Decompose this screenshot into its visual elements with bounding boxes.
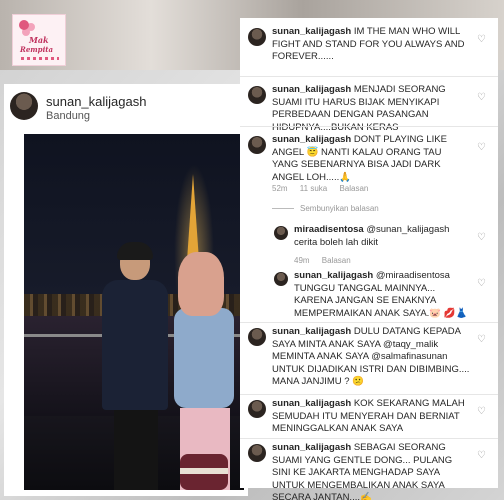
avatar[interactable] <box>248 444 266 462</box>
comment-username[interactable]: sunan_kalijagash <box>272 442 351 453</box>
comment-meta: 49m Balasan <box>294 256 361 265</box>
comment-username[interactable]: sunan_kalijagash <box>272 398 351 409</box>
comment-username[interactable]: sunan_kalijagash <box>272 326 351 337</box>
comment-username[interactable]: sunan_kalijagash <box>272 26 351 37</box>
post-username[interactable]: sunan_kalijagash <box>46 94 146 109</box>
man-figure <box>102 242 172 490</box>
comment-time: 52m <box>272 184 288 193</box>
heart-icon[interactable]: ♡ <box>477 406 486 417</box>
comment-item: sunan_kalijagash DONT PLAYING LIKE ANGEL… <box>240 132 498 198</box>
comment-item: sunan_kalijagash IM THE MAN WHO WILL FIG… <box>240 24 498 72</box>
heart-icon[interactable]: ♡ <box>477 232 486 243</box>
hide-replies-link[interactable]: Sembunyikan balasan <box>272 204 379 213</box>
handbag <box>180 454 228 490</box>
heart-icon[interactable]: ♡ <box>477 142 486 153</box>
logo-line-2: Rempita <box>20 45 54 54</box>
comment-username[interactable]: sunan_kalijagash <box>272 134 351 145</box>
avatar[interactable] <box>248 136 266 154</box>
reply-item: miraadisentosa @sunan_kalijagash cerita … <box>240 222 498 268</box>
avatar[interactable] <box>248 86 266 104</box>
comment-username[interactable]: miraadisentosa <box>294 224 364 235</box>
logo-line-1: Mak <box>29 35 49 45</box>
reply-link[interactable]: Balasan <box>339 184 368 193</box>
flower-icon <box>19 20 29 30</box>
instagram-post: sunan_kalijagash Bandung <box>4 84 248 496</box>
comment-item: sunan_kalijagash KOK SEKARANG MALAH SEMU… <box>240 396 498 436</box>
comment-item: sunan_kalijagash MENJADI SEORANG SUAMI I… <box>240 82 498 133</box>
comment-username[interactable]: sunan_kalijagash <box>272 84 351 95</box>
avatar[interactable] <box>248 400 266 418</box>
heart-icon[interactable]: ♡ <box>477 450 486 461</box>
comment-item: sunan_kalijagash DULU DATANG KEPADA SAYA… <box>240 324 498 390</box>
post-location[interactable]: Bandung <box>46 110 90 122</box>
comments-panel: sunan_kalijagash IM THE MAN WHO WILL FIG… <box>240 18 498 500</box>
reply-item: sunan_kalijagash @miraadisentosa TUNGGU … <box>240 268 498 320</box>
avatar[interactable] <box>10 92 38 120</box>
avatar[interactable] <box>274 272 288 286</box>
watermark-logo: Mak Rempita <box>12 14 66 66</box>
hide-replies-row: Sembunyikan balasan <box>240 204 498 218</box>
comment-item: sunan_kalijagash SEBAGAI SEORANG SUAMI Y… <box>240 440 498 500</box>
heart-icon[interactable]: ♡ <box>477 34 486 45</box>
avatar[interactable] <box>274 226 288 240</box>
comment-likes[interactable]: 11 suka <box>300 184 327 193</box>
avatar[interactable] <box>248 28 266 46</box>
comment-username[interactable]: sunan_kalijagash <box>294 270 373 281</box>
heart-icon[interactable]: ♡ <box>477 334 486 345</box>
comment-time: 49m <box>294 256 310 265</box>
reply-link[interactable]: Balasan <box>322 256 351 265</box>
heart-icon[interactable]: ♡ <box>477 278 486 289</box>
post-photo[interactable] <box>24 134 244 490</box>
avatar[interactable] <box>248 328 266 346</box>
comment-meta: 52m 11 suka Balasan <box>272 184 378 193</box>
heart-icon[interactable]: ♡ <box>477 92 486 103</box>
